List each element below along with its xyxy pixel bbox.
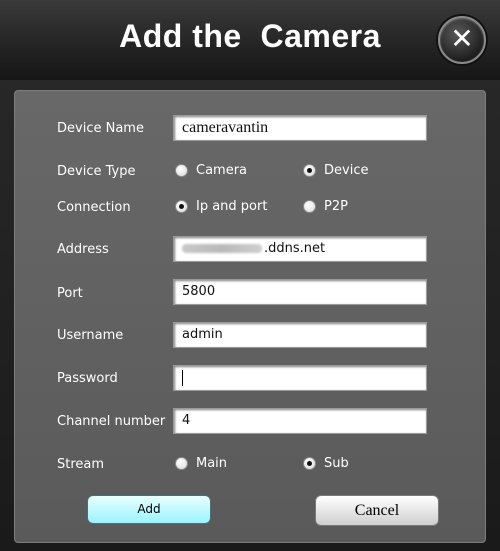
add-camera-dialog: Add the Camera ✕ Device Name cameravanti… bbox=[0, 0, 500, 551]
cancel-button[interactable]: Cancel bbox=[315, 495, 439, 526]
connection-label: Connection bbox=[57, 200, 131, 215]
form-panel: Device Name cameravantin Device Type Cam… bbox=[14, 90, 486, 543]
port-input[interactable]: 5800 bbox=[173, 279, 427, 305]
address-value: .ddns.net bbox=[264, 241, 326, 256]
password-label: Password bbox=[57, 371, 118, 386]
radio-button-icon bbox=[303, 457, 316, 470]
password-input[interactable] bbox=[173, 365, 427, 391]
radio-label: Device bbox=[324, 163, 369, 178]
device-type-label: Device Type bbox=[57, 164, 136, 179]
text-caret bbox=[182, 369, 183, 386]
radio-button-icon bbox=[303, 164, 316, 177]
channel-number-input[interactable]: 4 bbox=[173, 408, 427, 434]
device-name-input[interactable]: cameravantin bbox=[173, 115, 427, 141]
username-label: Username bbox=[57, 328, 124, 343]
device-name-label: Device Name bbox=[57, 121, 144, 136]
stream-sub-radio[interactable]: Sub bbox=[303, 456, 349, 471]
radio-label: Camera bbox=[196, 163, 248, 178]
port-label: Port bbox=[57, 286, 83, 301]
radio-label: Ip and port bbox=[196, 199, 268, 214]
radio-button-icon bbox=[175, 457, 188, 470]
device-type-camera-radio[interactable]: Camera bbox=[175, 163, 247, 178]
device-type-device-radio[interactable]: Device bbox=[303, 163, 368, 178]
address-label: Address bbox=[57, 242, 109, 257]
add-button[interactable]: Add bbox=[87, 495, 211, 524]
username-input[interactable]: admin bbox=[173, 322, 427, 348]
radio-button-icon bbox=[175, 200, 188, 213]
radio-label: Main bbox=[196, 456, 228, 471]
radio-label: P2P bbox=[324, 199, 348, 214]
close-icon: ✕ bbox=[450, 22, 474, 55]
redacted-text bbox=[182, 244, 262, 253]
channel-number-label: Channel number bbox=[57, 414, 166, 429]
address-input[interactable]: .ddns.net bbox=[173, 236, 427, 262]
stream-main-radio[interactable]: Main bbox=[175, 456, 227, 471]
connection-ip-port-radio[interactable]: Ip and port bbox=[175, 199, 267, 214]
dialog-title: Add the Camera bbox=[119, 18, 381, 54]
connection-p2p-radio[interactable]: P2P bbox=[303, 199, 348, 214]
title-bar: Add the Camera ✕ bbox=[0, 0, 500, 80]
radio-button-icon bbox=[175, 164, 188, 177]
stream-label: Stream bbox=[57, 457, 105, 472]
close-button[interactable]: ✕ bbox=[438, 16, 486, 64]
radio-label: Sub bbox=[324, 456, 349, 471]
radio-button-icon bbox=[303, 200, 316, 213]
